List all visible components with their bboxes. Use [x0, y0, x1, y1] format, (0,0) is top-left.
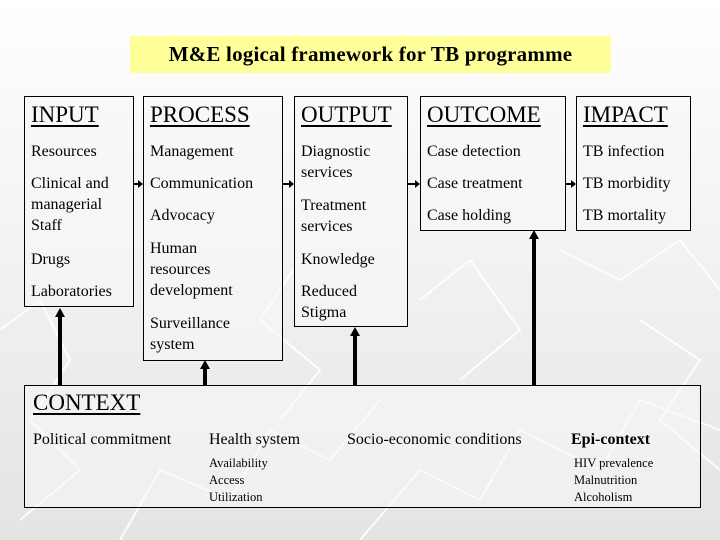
context-group-title: Health system — [209, 431, 301, 448]
context-group-title: Political commitment — [33, 431, 172, 448]
process-item: Surveillance system — [150, 315, 230, 353]
impact-heading: IMPACT — [583, 102, 668, 127]
outcome-heading: OUTCOME — [427, 102, 541, 127]
outcome-item: Case treatment — [427, 175, 523, 192]
context-heading: CONTEXT — [33, 390, 141, 415]
process-item: Advocacy — [150, 207, 215, 224]
outcome-item: Case holding — [427, 207, 511, 224]
process-item: Human resources development — [150, 240, 233, 299]
context-group-health-system: Health system Availability Access Utiliz… — [209, 430, 300, 506]
impact-item: TB infection — [583, 143, 665, 160]
diagram-title: M&E logical framework for TB programme — [130, 36, 611, 73]
context-group-socio-economic: Socio-economic conditions — [347, 430, 522, 450]
input-box: INPUT Resources Clinical and managerial … — [24, 96, 134, 307]
process-item: Communication — [150, 175, 254, 192]
impact-box: IMPACT TB infection TB morbidity TB mort… — [576, 96, 691, 231]
arrow-output-to-outcome — [408, 180, 420, 188]
input-item: Drugs — [31, 251, 71, 268]
process-item: Management — [150, 143, 234, 160]
arrow-context-to-process — [200, 360, 210, 385]
output-item: Knowledge — [301, 251, 375, 268]
outcome-box: OUTCOME Case detection Case treatment Ca… — [420, 96, 566, 231]
context-group-title: Socio-economic conditions — [347, 431, 522, 448]
arrow-input-to-process — [134, 180, 143, 188]
process-box: PROCESS Management Communication Advocac… — [143, 96, 283, 361]
process-heading: PROCESS — [150, 102, 250, 127]
context-subitem: Alcoholism — [574, 490, 633, 504]
arrow-context-to-input — [55, 308, 65, 385]
context-group-epi: Epi-context HIV prevalence Malnutrition … — [571, 430, 653, 506]
impact-item: TB mortality — [583, 207, 667, 224]
impact-item: TB morbidity — [583, 175, 671, 192]
arrow-context-to-output — [350, 327, 360, 385]
input-item: Resources — [31, 143, 97, 160]
context-subitem: Utilization — [209, 490, 263, 504]
context-box: CONTEXT Political commitment Health syst… — [24, 385, 701, 508]
context-group-title: Epi-context — [571, 431, 651, 448]
context-group-political: Political commitment — [33, 430, 171, 450]
input-item: Laboratories — [31, 283, 112, 300]
arrow-outcome-to-impact — [566, 180, 576, 188]
arrow-context-to-outcome — [529, 230, 539, 385]
output-item: Diagnostic services — [301, 143, 371, 181]
output-heading: OUTPUT — [301, 102, 392, 127]
output-item: Reduced Stigma — [301, 283, 357, 321]
arrow-process-to-output — [283, 180, 294, 188]
output-item: Treatment services — [301, 197, 367, 235]
input-heading: INPUT — [31, 102, 99, 127]
context-subitem: Availability — [209, 456, 268, 470]
output-box: OUTPUT Diagnostic services Treatment ser… — [294, 96, 408, 327]
context-subitem: Access — [209, 473, 245, 487]
input-item: Clinical and managerial Staff — [31, 175, 109, 234]
outcome-item: Case detection — [427, 143, 521, 160]
context-subitem: Malnutrition — [574, 473, 638, 487]
context-subitem: HIV prevalence — [574, 456, 654, 470]
